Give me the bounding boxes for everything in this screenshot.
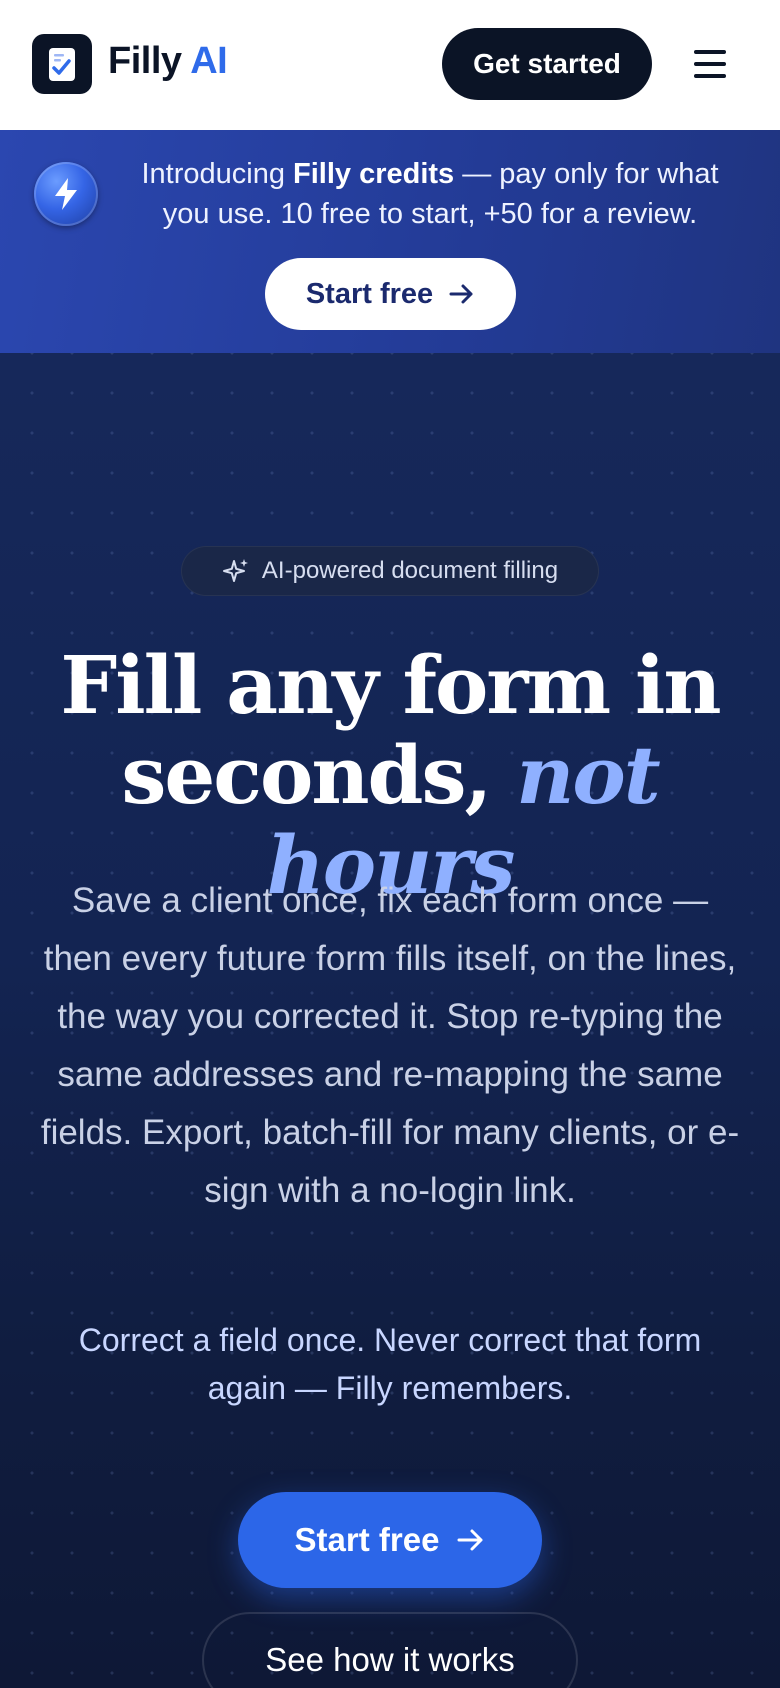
lightning-bolt-icon — [34, 162, 98, 226]
feature-pill: AI-powered document filling — [181, 546, 599, 596]
logo[interactable] — [32, 34, 92, 94]
promo-start-free-label: Start free — [305, 277, 434, 310]
promo-text-highlight: Filly credits — [293, 158, 455, 190]
checklist-document-icon — [49, 48, 75, 81]
hero-tagline: Correct a field once. Never correct that… — [78, 1322, 702, 1406]
arrow-right-icon — [457, 1529, 483, 1551]
hero-start-free-label: Start free — [294, 1521, 440, 1558]
hero-start-free-button[interactable]: Start free — [238, 1492, 542, 1588]
promo-start-free-button[interactable]: Start free — [265, 258, 516, 330]
site-header: Filly AI Get started — [0, 0, 780, 130]
promo-text-intro: Introducing — [141, 158, 294, 190]
brand-suffix: AI — [190, 40, 228, 82]
see-how-it-works-button[interactable]: See how it works — [202, 1612, 578, 1688]
hero-headline: Fill any form in seconds, not hours — [0, 640, 780, 910]
arrow-right-icon — [449, 284, 473, 304]
hero-description: Save a client once, fix each form once —… — [40, 881, 740, 1210]
hamburger-menu-icon[interactable] — [694, 46, 728, 82]
get-started-button[interactable]: Get started — [442, 28, 652, 100]
brand-name[interactable]: Filly AI — [108, 40, 228, 83]
sparkles-icon — [222, 559, 248, 582]
brand-text: Filly — [108, 40, 182, 82]
feature-pill-label: AI-powered document filling — [261, 557, 559, 584]
promo-text: Introducing Filly credits — pay only for… — [120, 154, 740, 234]
